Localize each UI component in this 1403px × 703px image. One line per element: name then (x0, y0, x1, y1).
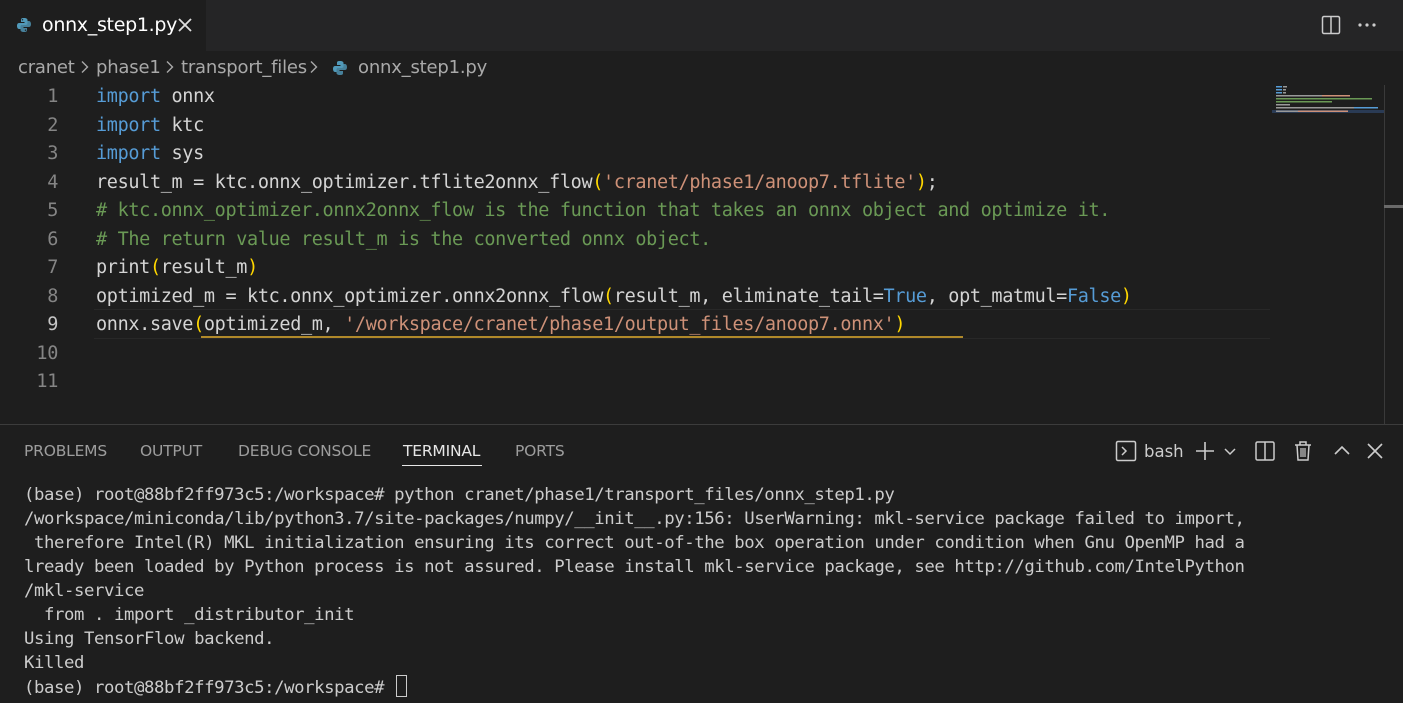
tab-ports[interactable]: PORTS (515, 442, 565, 460)
tab-terminal[interactable]: TERMINAL (403, 442, 480, 460)
line-number: 8 (47, 285, 58, 307)
code-token: ) (247, 257, 258, 278)
terminal-line: /mkl-service (24, 581, 145, 601)
terminal-line: /workspace/miniconda/lib/python3.7/site-… (24, 509, 1245, 529)
tab-onnx-step1[interactable]: onnx_step1.py (0, 0, 206, 51)
code-token: onnx.save (96, 314, 194, 335)
python-file-icon (333, 61, 347, 75)
line-number: 11 (36, 371, 58, 392)
editor-tab-bar: onnx_step1.py (0, 0, 1403, 51)
code-token: ( (193, 314, 204, 335)
code-token: optimized_m, (203, 314, 345, 335)
chevron-right-icon (81, 61, 89, 73)
terminal-icon[interactable] (1114, 439, 1138, 463)
active-tab-indicator (402, 465, 482, 466)
line-number: 9 (47, 314, 58, 335)
breadcrumb-cranet[interactable]: cranet (18, 57, 75, 78)
code-editor[interactable]: 1 2 3 4 5 6 7 8 9 10 11 import onnx import ktc impor… (0, 85, 1403, 424)
code-token: import (96, 143, 161, 164)
code-token: 'cranet/phase1/anoop7.tflite' (603, 171, 916, 193)
close-icon[interactable] (1365, 439, 1385, 463)
plus-icon[interactable] (1193, 439, 1217, 463)
terminal-line: Using TensorFlow backend. (24, 629, 275, 649)
line-number: 7 (47, 257, 58, 278)
tab-debug-console[interactable]: DEBUG CONSOLE (238, 442, 371, 460)
code-token: onnx (160, 86, 216, 107)
code-token: ) (915, 171, 927, 193)
scrollbar-thumb[interactable] (1384, 205, 1403, 208)
code-line[interactable]: # The return value result_m is the conve… (96, 226, 711, 255)
code-token: , opt_matmul= (926, 285, 1068, 307)
code-token: result_m, eliminate_tail= (613, 285, 884, 307)
line-number: 3 (47, 143, 58, 164)
code-token: False (1066, 285, 1121, 307)
terminal-prompt: (base) root@88bf2ff973c5:/workspace# (24, 678, 395, 698)
maximize-icon[interactable] (1332, 439, 1352, 463)
terminal-output[interactable]: (base) root@88bf2ff973c5:/workspace# pyt… (24, 483, 1374, 699)
code-token: ; (926, 171, 938, 193)
code-line[interactable]: # ktc.onnx_optimizer.onnx2onnx_flow is t… (96, 197, 1110, 226)
code-token: ) (894, 314, 906, 335)
code-token: # ktc.onnx_optimizer.onnx2onnx_flow is t… (96, 200, 1111, 221)
code-token: ktc (160, 114, 205, 136)
chevron-right-icon (166, 61, 174, 73)
code-token: import (96, 86, 161, 107)
code-token: # The return value result_m is the conve… (96, 228, 711, 250)
terminal-line: (base) root@88bf2ff973c5:/workspace# pyt… (24, 485, 895, 505)
code-token: ( (149, 257, 161, 278)
terminal-prompt-line: (base) root@88bf2ff973c5:/workspace# (24, 675, 1374, 699)
code-token: sys (160, 143, 205, 164)
terminal-line: therefore Intel(R) MKL initialization en… (24, 533, 1245, 553)
terminal-line: lready been loaded by Python process is … (24, 557, 1245, 577)
breadcrumb: cranet phase1 transport_files onnx_step1… (0, 51, 1403, 85)
code-line[interactable]: import ktc (96, 112, 204, 141)
tab-label: onnx_step1.py (42, 14, 178, 36)
editor-scrollbar[interactable] (1384, 85, 1385, 424)
split-icon[interactable] (1254, 439, 1276, 463)
code-line[interactable]: import sys (96, 140, 204, 169)
code-line[interactable]: print(result_m) (96, 254, 258, 283)
code-token: True (883, 285, 928, 307)
trash-icon[interactable] (1292, 439, 1314, 463)
bottom-panel: PROBLEMS OUTPUT DEBUG CONSOLE TERMINAL P… (0, 424, 1403, 703)
line-number: 6 (47, 228, 58, 250)
line-number: 2 (47, 114, 58, 136)
line-number: 5 (47, 200, 58, 221)
terminal-shell-label[interactable]: bash (1144, 442, 1184, 461)
more-actions-icon[interactable] (1356, 14, 1378, 36)
close-icon[interactable] (176, 16, 194, 34)
code-token: result_m = ktc.onnx_optimizer.tflite2onn… (96, 171, 593, 193)
line-number: 4 (47, 171, 58, 193)
terminal-line: from . import _distributor_init (24, 605, 355, 625)
chevron-down-icon[interactable] (1222, 439, 1238, 463)
code-token: ) (1120, 285, 1132, 307)
tab-output[interactable]: OUTPUT (140, 442, 202, 460)
python-file-icon (17, 18, 31, 32)
code-line[interactable]: optimized_m = ktc.onnx_optimizer.onnx2on… (96, 283, 1132, 312)
split-editor-icon[interactable] (1320, 14, 1342, 36)
breadcrumb-transport-files[interactable]: transport_files (181, 57, 307, 78)
code-token: print (96, 257, 150, 278)
chevron-right-icon (310, 61, 318, 73)
code-token: ( (603, 285, 614, 307)
minimap-lines (1272, 86, 1384, 113)
code-token: '/workspace/cranet/phase1/output_files/a… (344, 314, 895, 335)
breadcrumb-file[interactable]: onnx_step1.py (358, 57, 487, 78)
tab-problems[interactable]: PROBLEMS (24, 442, 107, 460)
code-token: import (96, 114, 161, 136)
line-number: 10 (36, 342, 58, 364)
code-token: optimized_m = ktc.onnx_optimizer.onnx2on… (96, 285, 604, 307)
code-token: result_m (160, 257, 248, 278)
line-number: 1 (47, 86, 58, 107)
code-token: ( (592, 171, 604, 193)
code-line[interactable]: import onnx (96, 83, 215, 112)
bracket-pair-guide (201, 336, 963, 338)
terminal-line: Killed (24, 653, 85, 673)
terminal-cursor (396, 675, 408, 697)
code-line[interactable]: result_m = ktc.onnx_optimizer.tflite2onn… (96, 169, 938, 198)
breadcrumb-phase1[interactable]: phase1 (96, 57, 161, 78)
minimap[interactable] (1272, 85, 1384, 424)
